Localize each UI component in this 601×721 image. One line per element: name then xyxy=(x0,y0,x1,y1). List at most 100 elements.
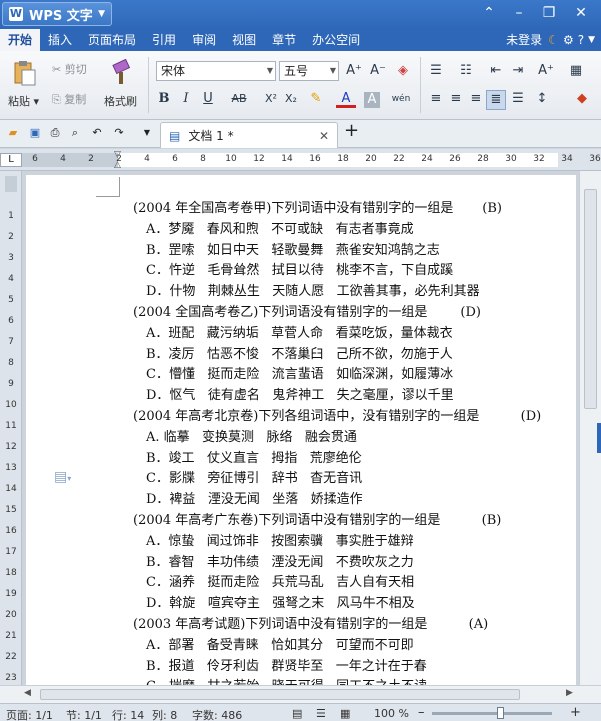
option-line[interactable]: B．凌厉 怙恶不悛 不落巢臼 己所不欲，勿施于人 xyxy=(146,343,453,362)
align-right-icon[interactable]: ≡ xyxy=(466,90,486,108)
zoom-level[interactable]: 100 % xyxy=(374,707,409,720)
line-spacing-icon[interactable]: ↕ xyxy=(532,90,552,108)
page-indicator[interactable]: 页面: 1/1 xyxy=(6,707,53,721)
shading-icon[interactable]: ◆ xyxy=(572,90,592,108)
option-line[interactable]: A．惊蛰 闻过饰非 按图索骥 事实胜于雄辩 xyxy=(146,530,414,549)
new-tab-icon[interactable]: + xyxy=(344,122,359,140)
bullet-list-icon[interactable]: ☰ xyxy=(426,62,446,80)
zoom-slider-handle[interactable] xyxy=(497,707,504,719)
option-line[interactable]: D．怄气 徒有虚名 鬼斧神工 失之毫厘，谬以千里 xyxy=(146,384,454,403)
page-view-icon[interactable]: ▤ xyxy=(292,707,302,720)
clear-format-icon[interactable]: ◈ xyxy=(393,62,413,80)
question-line[interactable]: (2004 年高考北京卷)下列各组词语中，没有错别字的一组是 (D) xyxy=(133,405,541,424)
zoom-out-icon[interactable]: – xyxy=(418,705,425,720)
tab-stop-selector-icon[interactable]: L xyxy=(0,153,22,167)
option-line[interactable]: C．忤逆 毛骨耸然 拭目以待 桃李不言，下自成蹊 xyxy=(146,259,453,278)
close-window-icon[interactable]: ✕ xyxy=(570,5,592,21)
restore-window-icon[interactable]: ❐ xyxy=(538,5,560,21)
word-count[interactable]: 字数: 486 xyxy=(192,707,242,721)
side-panel-toggle[interactable] xyxy=(597,423,601,453)
skin-icon[interactable]: ☾ xyxy=(548,33,559,47)
tab-view[interactable]: 视图 xyxy=(224,29,264,51)
open-folder-icon[interactable]: ▰ xyxy=(6,126,20,140)
document-page[interactable]: ▤▾ (2004 年全国高考卷甲)下列词语中没有错别字的一组是 (B) A．梦魇 … xyxy=(26,175,576,685)
underline-button[interactable]: U xyxy=(198,90,218,108)
tab-chapter[interactable]: 章节 xyxy=(264,29,304,51)
align-center-icon[interactable]: ≡ xyxy=(446,90,466,108)
question-line[interactable]: (2003 年高考试题)下列词语中没有错别字的一组是 (A) xyxy=(133,613,488,632)
option-line[interactable]: B．睿智 丰功伟绩 湮没无闻 不费吹灰之力 xyxy=(146,551,414,570)
text-direction-icon[interactable]: A⁺ xyxy=(536,62,556,80)
scroll-left-icon[interactable]: ◀ xyxy=(24,688,31,698)
option-line[interactable]: A．部署 备受青睐 恰如其分 可望而不可即 xyxy=(146,634,414,653)
distributed-align-icon[interactable]: ☰ xyxy=(508,90,528,108)
scrollbar-thumb[interactable] xyxy=(40,689,520,700)
chevron-down-icon[interactable]: ▼ xyxy=(140,126,154,140)
question-line[interactable]: (2004 年全国高考卷甲)下列词语中没有错别字的一组是 (B) xyxy=(133,197,502,216)
redo-icon[interactable]: ↷ xyxy=(112,126,126,140)
option-line[interactable]: B．罡嗦 如日中天 轻歌曼舞 燕雀安知鸿鹄之志 xyxy=(146,239,440,258)
option-line[interactable]: A．班配 藏污纳垢 草菅人命 看菜吃饭，量体裁衣 xyxy=(146,322,453,341)
option-line[interactable]: B．报道 伶牙利齿 群贤毕至 一年之计在于春 xyxy=(146,655,427,674)
superscript-button[interactable]: X² xyxy=(262,90,280,108)
decrease-indent-icon[interactable]: ⇤ xyxy=(486,62,506,80)
settings-icon[interactable]: ⚙ xyxy=(563,33,574,47)
table-icon[interactable]: ▦ xyxy=(566,62,586,80)
highlight-icon[interactable]: ✎ xyxy=(306,90,326,108)
option-line[interactable]: C．揣摩 甘之若饴 晓天可得 同工不之土不读 xyxy=(146,675,427,685)
subscript-button[interactable]: X₂ xyxy=(282,90,300,108)
help-button[interactable]: ? xyxy=(578,33,584,47)
option-line[interactable]: D．什物 荆棘丛生 天随人愿 工欲善其事，必先利其器 xyxy=(146,280,480,299)
char-shading-icon[interactable]: A xyxy=(364,92,380,108)
indent-marker-icon[interactable]: ▽ △ xyxy=(114,150,122,170)
bold-button[interactable]: B xyxy=(154,90,174,108)
strikethrough-button[interactable]: AB xyxy=(226,90,252,108)
chevron-down-icon[interactable]: ▼ xyxy=(588,35,595,45)
login-status[interactable]: 未登录 xyxy=(504,29,544,51)
tab-document[interactable]: ▤ 文档 1 * ✕ xyxy=(160,122,338,148)
tab-insert[interactable]: 插入 xyxy=(40,29,80,51)
minimize-ribbon-icon[interactable]: ⌃ xyxy=(478,5,500,21)
tab-page-layout[interactable]: 页面布局 xyxy=(80,29,144,51)
option-line[interactable]: C．涵养 挺而走险 兵荒马乱 吉人自有天相 xyxy=(146,571,414,590)
zoom-in-icon[interactable]: + xyxy=(570,705,581,720)
close-icon[interactable]: ✕ xyxy=(319,129,329,143)
tab-references[interactable]: 引用 xyxy=(144,29,184,51)
question-line[interactable]: (2004 全国高考卷乙)下列词语没有错别字的一组是 (D) xyxy=(133,301,481,320)
option-line[interactable]: D．斡旋 喧宾夺主 强弩之末 风马牛不相及 xyxy=(146,592,415,611)
italic-button[interactable]: I xyxy=(176,90,196,108)
font-color-button[interactable]: A xyxy=(336,90,356,108)
zoom-slider-track[interactable] xyxy=(432,712,552,715)
tab-office-space[interactable]: 办公空间 xyxy=(304,29,368,51)
option-line[interactable]: D．裨益 湮没无闻 坐落 娇揉造作 xyxy=(146,488,363,507)
align-left-icon[interactable]: ≡ xyxy=(426,90,446,108)
tab-start[interactable]: 开始 xyxy=(0,29,41,51)
vertical-scrollbar[interactable] xyxy=(579,171,601,685)
wps-app-menu-button[interactable]: W WPS 文字 ▼ xyxy=(2,2,112,26)
paste-icon[interactable] xyxy=(12,59,36,87)
option-line[interactable]: C．懵懂 挺而走险 流言蜚语 如临深渊，如履薄冰 xyxy=(146,363,453,382)
document-outline-icon[interactable]: ▤▾ xyxy=(54,469,71,485)
paste-button[interactable]: 粘贴 ▾ xyxy=(8,93,39,109)
minimize-window-icon[interactable]: – xyxy=(508,5,530,21)
format-painter-icon[interactable] xyxy=(110,58,134,87)
increase-indent-icon[interactable]: ⇥ xyxy=(508,62,528,80)
font-size-select[interactable]: 五号 ▼ xyxy=(279,61,339,81)
scroll-right-icon[interactable]: ▶ xyxy=(566,688,573,698)
scrollbar-thumb[interactable] xyxy=(584,189,597,409)
shrink-font-icon[interactable]: A⁻ xyxy=(368,62,388,80)
justify-icon[interactable]: ≣ xyxy=(486,90,506,110)
undo-icon[interactable]: ↶ xyxy=(90,126,104,140)
format-painter-button[interactable]: 格式刷 xyxy=(104,93,137,109)
option-line[interactable]: C．影牒 旁征博引 辞书 杳无音讯 xyxy=(146,467,362,486)
grow-font-icon[interactable]: A⁺ xyxy=(344,62,364,80)
horizontal-scrollbar[interactable]: ◀ ▶ xyxy=(0,685,601,703)
option-line[interactable]: A. 临摹 变换莫测 脉络 融会贯通 xyxy=(146,426,357,445)
document-canvas[interactable]: ▤▾ (2004 年全国高考卷甲)下列词语中没有错别字的一组是 (B) A．梦魇 … xyxy=(22,171,579,685)
print-icon[interactable]: ⎙ xyxy=(48,126,62,140)
print-preview-icon[interactable]: ⌕ xyxy=(68,126,82,140)
option-line[interactable]: A．梦魇 春风和煦 不可或缺 有志者事竟成 xyxy=(146,218,414,237)
outline-view-icon[interactable]: ☰ xyxy=(316,707,326,720)
tab-review[interactable]: 审阅 xyxy=(184,29,224,51)
phonetic-guide-button[interactable]: wén xyxy=(388,90,414,108)
